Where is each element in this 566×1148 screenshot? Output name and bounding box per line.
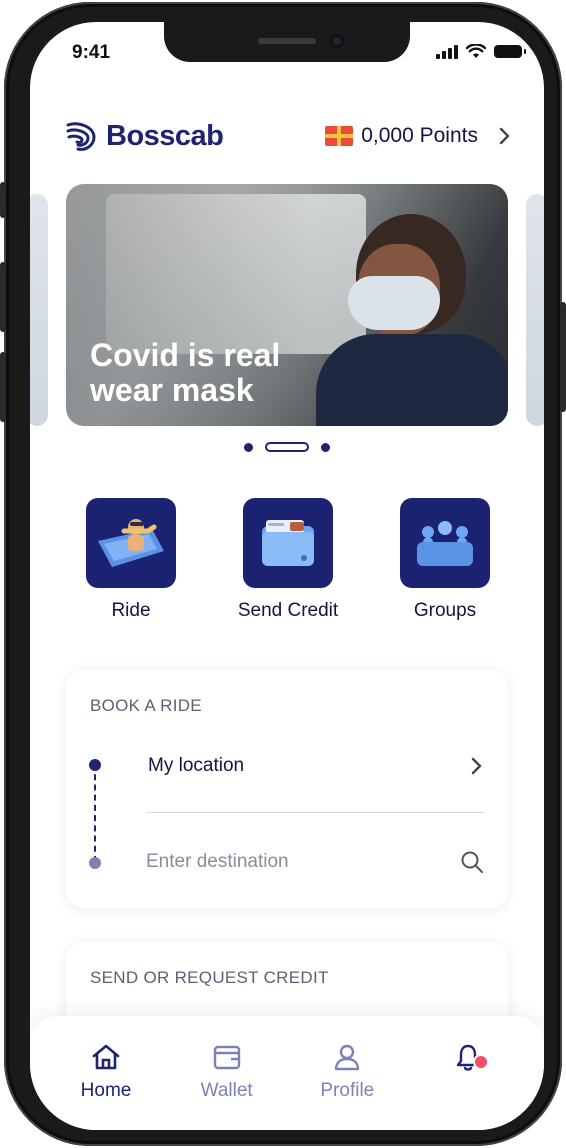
chevron-right-icon — [499, 127, 510, 145]
points-label: 0,000 Points — [361, 124, 478, 147]
promo-carousel[interactable]: Covid is real wear mask — [30, 184, 544, 428]
my-location-row[interactable]: My location — [148, 750, 484, 782]
ride-icon — [98, 519, 164, 567]
tab-home-label: Home — [80, 1080, 132, 1101]
page-dot-active[interactable] — [265, 442, 309, 452]
volume-up-button — [0, 262, 6, 332]
wallet-credit-icon — [262, 520, 314, 566]
wifi-icon — [466, 44, 486, 58]
carousel-pagination — [30, 442, 544, 452]
search-icon[interactable] — [460, 850, 484, 874]
notification-badge — [472, 1054, 489, 1070]
cellular-signal-icon — [436, 44, 458, 59]
gift-card-icon — [325, 126, 354, 146]
profile-icon — [335, 1044, 360, 1071]
destination-row — [146, 846, 484, 878]
destination-input[interactable] — [146, 851, 426, 873]
promo-slide[interactable]: Covid is real wear mask — [66, 184, 508, 426]
ride-label: Ride — [111, 600, 151, 621]
bottom-tab-bar: Home Wallet Profile — [30, 1016, 544, 1130]
book-ride-title: BOOK A RIDE — [90, 696, 202, 715]
chevron-right-icon — [471, 757, 482, 775]
page-dot[interactable] — [321, 442, 330, 452]
status-time: 9:41 — [72, 42, 111, 63]
ride-action[interactable]: Ride — [66, 498, 196, 622]
brand-logo: Bosscab — [64, 119, 224, 153]
speaker-grille — [258, 38, 316, 44]
front-camera — [330, 34, 344, 48]
page-dot[interactable] — [244, 442, 253, 452]
credit-card-title: SEND OR REQUEST CREDIT — [90, 968, 329, 987]
tab-home[interactable]: Home — [66, 1042, 146, 1130]
app-header: Bosscab 0,000 Points — [64, 118, 512, 154]
send-credit-tile[interactable] — [243, 498, 333, 588]
next-slide-peek — [526, 194, 544, 426]
tab-notifications[interactable] — [428, 1042, 508, 1130]
send-credit-label: Send Credit — [237, 600, 339, 621]
battery-icon — [494, 45, 526, 58]
ride-tile[interactable] — [86, 498, 176, 588]
app-screen: 9:41 Bosscab 0,000 Points Covid is real … — [30, 22, 544, 1130]
points-button[interactable]: 0,000 Points — [325, 124, 512, 148]
brand-name: Bosscab — [106, 119, 224, 152]
mute-switch — [0, 182, 6, 218]
pickup-dot — [89, 759, 101, 771]
tab-profile[interactable]: Profile — [307, 1042, 387, 1130]
my-location-label: My location — [148, 755, 245, 776]
power-button — [560, 302, 566, 412]
tab-wallet[interactable]: Wallet — [187, 1042, 267, 1130]
bosscab-logo-icon — [66, 122, 96, 151]
volume-down-button — [0, 352, 6, 422]
quick-actions: Ride Send Credit Groups — [66, 498, 510, 622]
destination-dot — [89, 857, 101, 869]
divider — [146, 812, 484, 813]
status-icons — [436, 44, 526, 59]
tab-wallet-label: Wallet — [200, 1080, 253, 1101]
send-credit-action[interactable]: Send Credit — [223, 498, 353, 622]
notch — [164, 22, 410, 62]
wallet-icon — [213, 1045, 240, 1070]
tab-profile-label: Profile — [320, 1080, 375, 1101]
route-line — [94, 764, 96, 862]
groups-tile[interactable] — [400, 498, 490, 588]
home-icon — [92, 1044, 120, 1070]
phone-frame: 9:41 Bosscab 0,000 Points Covid is real … — [0, 2, 566, 1146]
groups-action[interactable]: Groups — [380, 498, 510, 622]
book-ride-card: BOOK A RIDE My location — [66, 670, 508, 908]
groups-icon — [417, 521, 473, 566]
previous-slide-peek — [30, 194, 48, 426]
slide-caption: Covid is real wear mask — [90, 337, 281, 408]
groups-label: Groups — [413, 600, 477, 621]
